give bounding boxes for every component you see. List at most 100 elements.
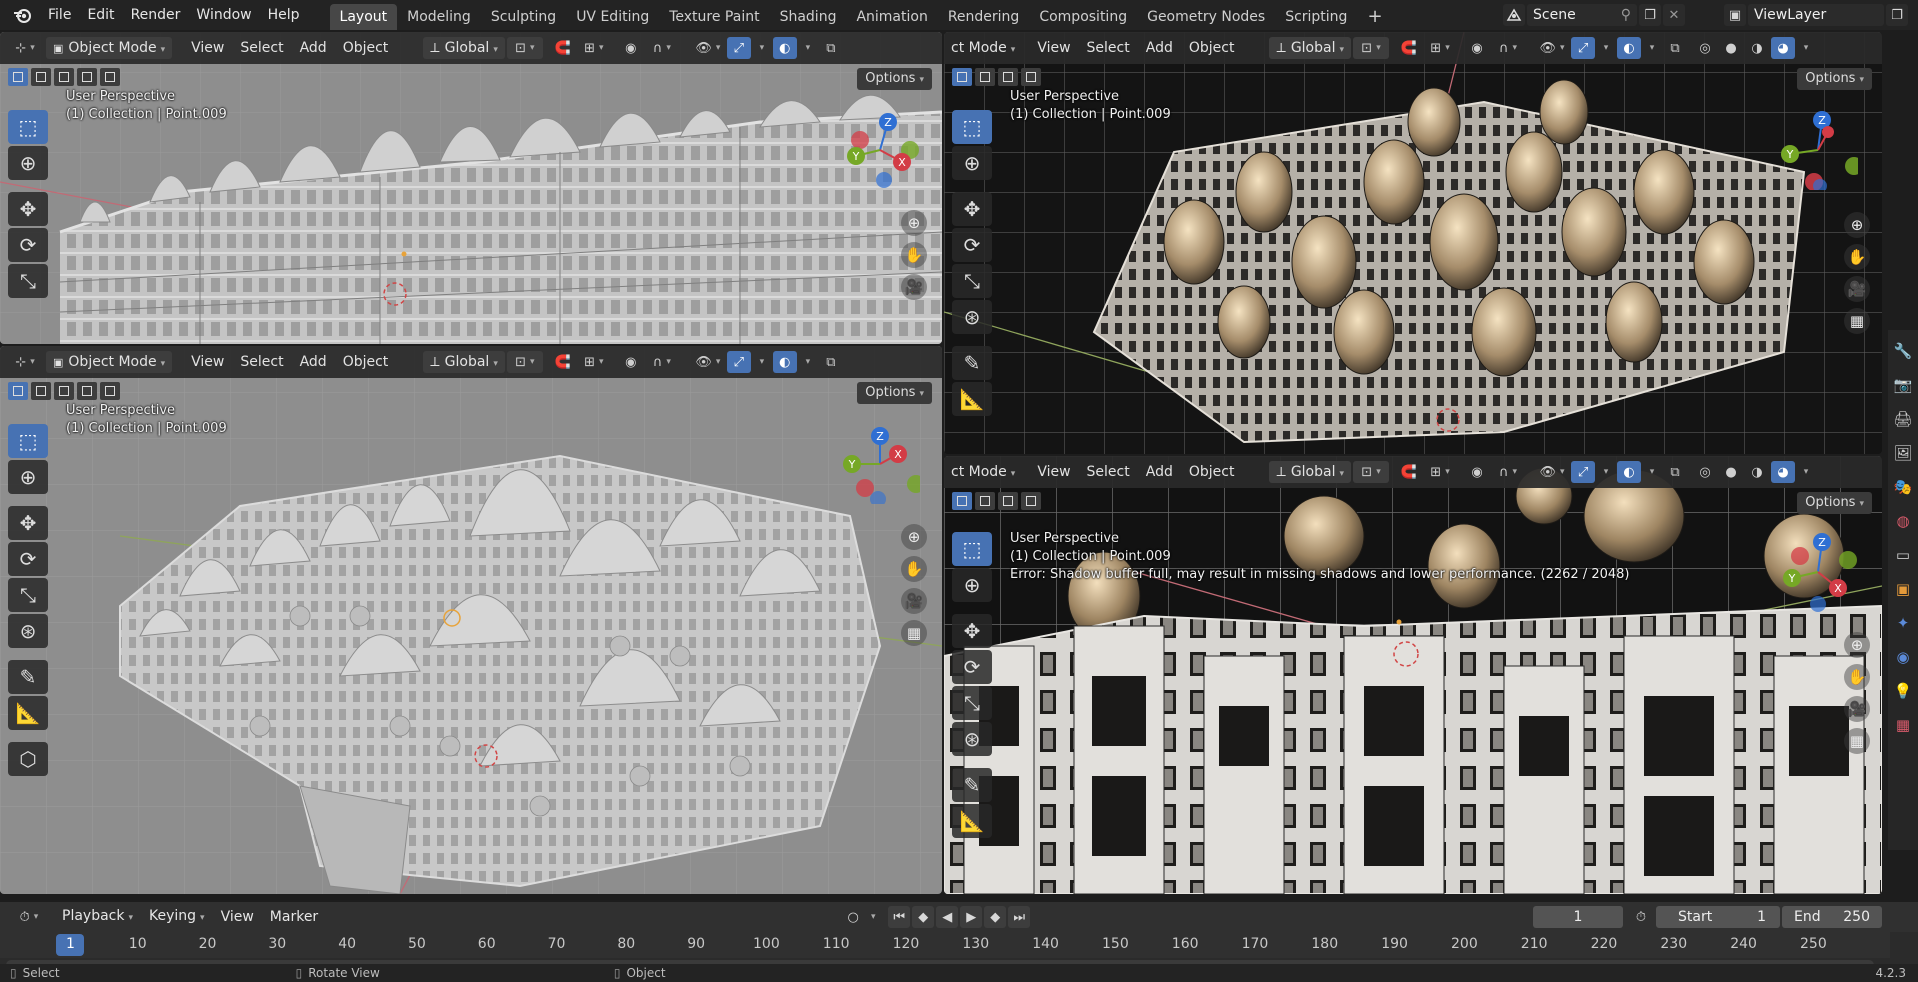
rotate-tool-icon[interactable]: ⟳ [952, 650, 992, 684]
viewport-scene-render[interactable] [944, 456, 1882, 894]
options-dropdown[interactable]: Options ▾ [1797, 68, 1872, 90]
tab-animation[interactable]: Animation [846, 4, 937, 30]
xray-toggle-icon[interactable]: ⧉ [819, 37, 843, 59]
menu-help[interactable]: Help [260, 0, 308, 30]
snap-toggle-icon[interactable]: 🧲 [1397, 37, 1421, 59]
transform-tool-icon[interactable]: ⊛ [952, 300, 992, 334]
new-scene-icon[interactable]: ❐ [1639, 4, 1661, 26]
zoom-icon[interactable]: ⊕ [1844, 212, 1870, 238]
menu-select[interactable]: Select [233, 37, 290, 59]
overlays-dropdown-icon[interactable]: ▾ [799, 37, 813, 59]
overlays-toggle-icon[interactable]: ◐ [1617, 37, 1642, 59]
menu-file[interactable]: File [40, 0, 79, 30]
rotate-tool-icon[interactable]: ⟳ [8, 542, 48, 576]
cursor-tool-icon[interactable]: ⊕ [8, 460, 48, 494]
object-mode-dropdown[interactable]: ct Mode ▾ [944, 461, 1022, 483]
tab-texture-paint[interactable]: Texture Paint [659, 4, 769, 30]
select-subtract-icon[interactable] [998, 68, 1018, 86]
xray-toggle-icon[interactable]: ⧉ [1663, 37, 1687, 59]
tab-sculpting[interactable]: Sculpting [481, 4, 566, 30]
gizmo-dropdown-icon[interactable]: ▾ [753, 37, 767, 59]
pivot-point-icon[interactable]: ⊡ ▾ [506, 351, 543, 373]
transform-orientation-dropdown[interactable]: ⟂ Global ▾ [423, 351, 505, 373]
pin-icon[interactable]: ⚲ [1621, 7, 1631, 23]
snap-target-icon[interactable]: ⊞ ▾ [1423, 37, 1457, 59]
transform-tool-icon[interactable]: ⊛ [8, 614, 48, 648]
pivot-point-icon[interactable]: ⊡ ▾ [1353, 37, 1390, 59]
viewport-scene-render[interactable] [0, 32, 942, 344]
delete-scene-icon[interactable]: ✕ [1663, 4, 1685, 26]
annotate-tool-icon[interactable]: ✎ [952, 346, 992, 380]
current-frame-field[interactable]: 1 [1533, 906, 1623, 928]
overlays-toggle-icon[interactable]: ◐ [1617, 461, 1642, 483]
prev-keyframe-icon[interactable]: ◆ [912, 906, 935, 928]
properties-world-icon[interactable]: ◍ [1890, 508, 1916, 534]
editor-type-icon[interactable]: ⊹ ▾ [6, 351, 44, 373]
transform-orientation-dropdown[interactable]: ⟂ Global ▾ [1269, 461, 1352, 483]
options-dropdown[interactable]: Options ▾ [857, 382, 932, 404]
menu-playback[interactable]: Playback ▾ [54, 901, 141, 933]
move-tool-icon[interactable]: ✥ [952, 192, 992, 226]
snap-target-icon[interactable]: ⊞ ▾ [577, 351, 611, 373]
visibility-icon[interactable]: 👁 ▾ [691, 37, 725, 59]
rotate-tool-icon[interactable]: ⟳ [8, 228, 48, 262]
select-invert-icon[interactable] [1021, 68, 1041, 86]
view-layer-field[interactable]: ViewLayer [1748, 4, 1884, 26]
pan-hand-icon[interactable]: ✋ [901, 556, 927, 582]
annotate-tool-icon[interactable]: ✎ [8, 660, 48, 694]
xray-toggle-icon[interactable]: ⧉ [819, 351, 843, 373]
camera-view-icon[interactable]: 🎥 [901, 274, 927, 300]
properties-physics-icon[interactable]: ◉ [1890, 644, 1916, 670]
shading-rendered-icon[interactable]: ◕ [1771, 37, 1796, 59]
gizmo-dropdown-icon[interactable]: ▾ [753, 351, 767, 373]
menu-window[interactable]: Window [188, 0, 259, 30]
next-keyframe-icon[interactable]: ◆ [984, 906, 1007, 928]
menu-view[interactable]: View [184, 37, 231, 59]
transform-tool-icon[interactable]: ⊛ [952, 722, 992, 756]
overlays-dropdown-icon[interactable]: ▾ [799, 351, 813, 373]
scene-name-field[interactable]: Scene ⚲ [1527, 4, 1637, 26]
snap-toggle-icon[interactable]: 🧲 [1397, 461, 1421, 483]
menu-edit[interactable]: Edit [79, 0, 122, 30]
select-subtract-icon[interactable] [54, 382, 74, 400]
shading-solid-icon[interactable]: ● [1719, 37, 1743, 59]
timeline-ruler[interactable]: 1 10 20 30 40 50 60 70 80 90 100 110 120 130 140 150 160… [0, 932, 1890, 958]
rotate-tool-icon[interactable]: ⟳ [952, 228, 992, 262]
pivot-point-icon[interactable]: ⊡ ▾ [506, 37, 543, 59]
falloff-icon[interactable]: ∩ ▾ [645, 37, 679, 59]
menu-view[interactable]: View [1030, 37, 1077, 59]
play-reverse-icon[interactable]: ◀ [936, 906, 959, 928]
shading-dropdown-icon[interactable]: ▾ [1797, 461, 1811, 483]
menu-select[interactable]: Select [233, 351, 290, 373]
select-invert-icon[interactable] [77, 382, 97, 400]
select-new-icon[interactable] [952, 492, 972, 510]
measure-tool-icon[interactable]: 📐 [952, 382, 992, 416]
select-extend-icon[interactable] [31, 68, 51, 86]
menu-object[interactable]: Object [1182, 37, 1242, 59]
properties-modifier-icon[interactable]: ✦ [1890, 610, 1916, 636]
properties-data-icon[interactable]: 💡 [1890, 678, 1916, 704]
gizmo-toggle-icon[interactable]: ⤢ [1571, 461, 1596, 483]
properties-object-icon[interactable]: ▣ [1890, 576, 1916, 602]
zoom-icon[interactable]: ⊕ [1844, 632, 1870, 658]
end-frame-field[interactable]: End 250 [1782, 906, 1882, 928]
add-cube-tool-icon[interactable]: ⬡ [8, 742, 48, 776]
select-extend-icon[interactable] [31, 382, 51, 400]
tab-modeling[interactable]: Modeling [397, 4, 481, 30]
editor-type-icon[interactable]: ⊹ ▾ [6, 37, 44, 59]
gizmo-toggle-icon[interactable]: ⤢ [726, 37, 751, 59]
pivot-point-icon[interactable]: ⊡ ▾ [1353, 461, 1390, 483]
camera-view-icon[interactable]: 🎥 [901, 588, 927, 614]
menu-marker[interactable]: Marker [262, 902, 326, 932]
select-box-tool-icon[interactable]: ⬚ [8, 424, 48, 458]
measure-tool-icon[interactable]: 📐 [952, 804, 992, 838]
snap-target-icon[interactable]: ⊞ ▾ [1423, 461, 1457, 483]
menu-add[interactable]: Add [1139, 37, 1180, 59]
gizmo-dropdown-icon[interactable]: ▾ [1597, 461, 1611, 483]
menu-add[interactable]: Add [293, 351, 334, 373]
select-extend-icon[interactable] [975, 68, 995, 86]
pan-hand-icon[interactable]: ✋ [1844, 664, 1870, 690]
gizmo-toggle-icon[interactable]: ⤢ [726, 351, 751, 373]
properties-render-icon[interactable]: 📷 [1890, 372, 1916, 398]
keying-set-icon[interactable]: ▾ [864, 906, 878, 928]
